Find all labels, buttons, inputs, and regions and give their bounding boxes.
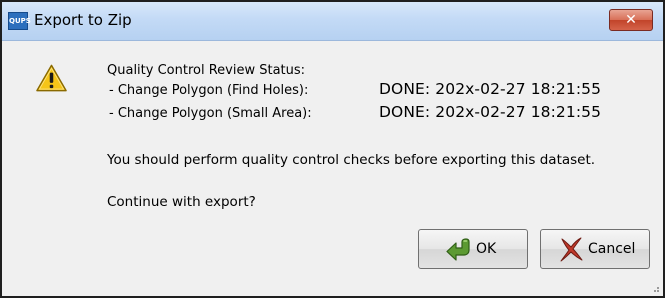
resize-grip-icon[interactable] bbox=[650, 283, 660, 293]
status-row-value: DONE: 202x-02-27 18:21:55 bbox=[379, 80, 602, 98]
red-x-icon bbox=[560, 237, 583, 262]
warning-message: You should perform quality control check… bbox=[107, 152, 596, 168]
status-heading: Quality Control Review Status: bbox=[107, 63, 306, 78]
title-bar[interactable]: QUPS Export to Zip ✕ bbox=[2, 2, 663, 41]
warning-icon bbox=[36, 64, 67, 92]
green-arrow-icon bbox=[446, 238, 470, 261]
close-button[interactable]: ✕ bbox=[609, 9, 653, 31]
confirm-question: Continue with export? bbox=[107, 194, 256, 210]
cancel-button-label: Cancel bbox=[588, 241, 636, 257]
close-icon: ✕ bbox=[625, 12, 637, 28]
dialog-body: Quality Control Review Status: - Change … bbox=[2, 41, 663, 296]
status-row-label: - Change Polygon (Small Area): bbox=[109, 106, 312, 121]
app-icon: QUPS bbox=[8, 12, 31, 30]
status-row-label: - Change Polygon (Find Holes): bbox=[109, 83, 309, 98]
status-row-value: DONE: 202x-02-27 18:21:55 bbox=[379, 103, 602, 121]
window-title: Export to Zip bbox=[34, 11, 132, 29]
ok-button[interactable]: OK bbox=[418, 229, 528, 269]
cancel-button[interactable]: Cancel bbox=[540, 229, 650, 269]
export-dialog: QUPS Export to Zip ✕ Quality Control Rev… bbox=[0, 0, 665, 298]
ok-button-label: OK bbox=[476, 241, 497, 257]
